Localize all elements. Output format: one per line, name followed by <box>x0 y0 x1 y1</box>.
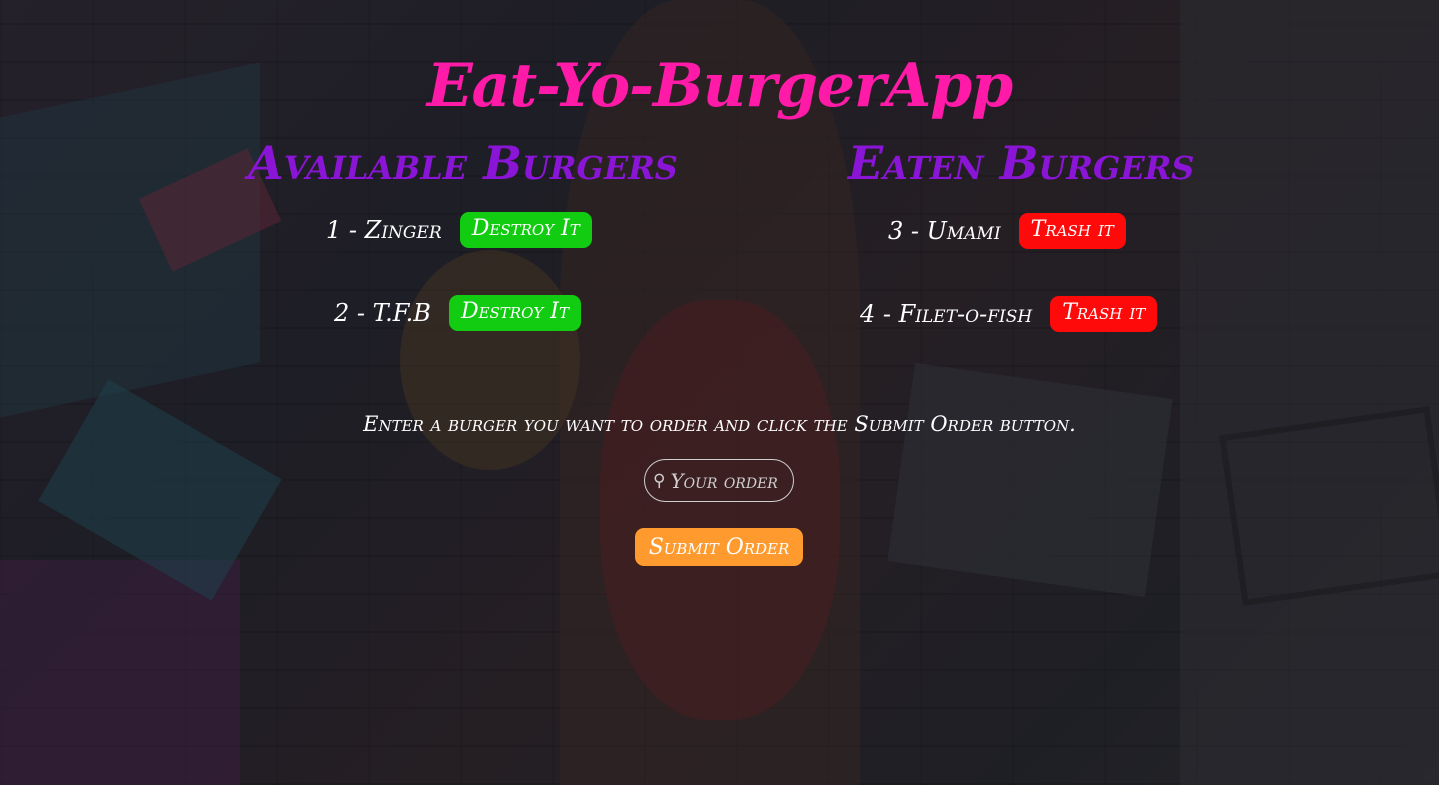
order-input-container[interactable]: ⚲ <box>644 459 794 502</box>
burger-name: 4 - Filet-o-fish <box>860 300 1033 329</box>
eaten-burger-item: 3 - Umami Trash it <box>888 213 1126 250</box>
destroy-it-button[interactable]: Destroy It <box>448 295 581 332</box>
burger-name: 1 - Zinger <box>326 216 442 245</box>
destroy-it-button[interactable]: Destroy It <box>459 212 592 249</box>
order-input[interactable] <box>668 467 783 494</box>
available-burgers-heading: Available Burgers <box>248 136 678 190</box>
available-burger-item: 2 - T.F.B Destroy It <box>334 295 581 332</box>
trash-it-button[interactable]: Trash it <box>1018 213 1126 250</box>
app-title: Eat-Yo-BurgerApp <box>426 51 1013 121</box>
eaten-burger-item: 4 - Filet-o-fish Trash it <box>860 296 1158 333</box>
burger-name: 3 - Umami <box>888 217 1001 246</box>
submit-order-button[interactable]: Submit Order <box>635 528 803 566</box>
order-instructions: Enter a burger you want to order and cli… <box>363 412 1076 436</box>
page-content: Eat-Yo-BurgerApp Available Burgers Eaten… <box>0 0 1439 785</box>
burger-name: 2 - T.F.B <box>334 299 431 328</box>
trash-it-button[interactable]: Trash it <box>1050 296 1158 333</box>
available-burger-item: 1 - Zinger Destroy It <box>326 212 592 249</box>
eaten-burgers-heading: Eaten Burgers <box>848 136 1195 190</box>
search-icon: ⚲ <box>653 470 666 491</box>
